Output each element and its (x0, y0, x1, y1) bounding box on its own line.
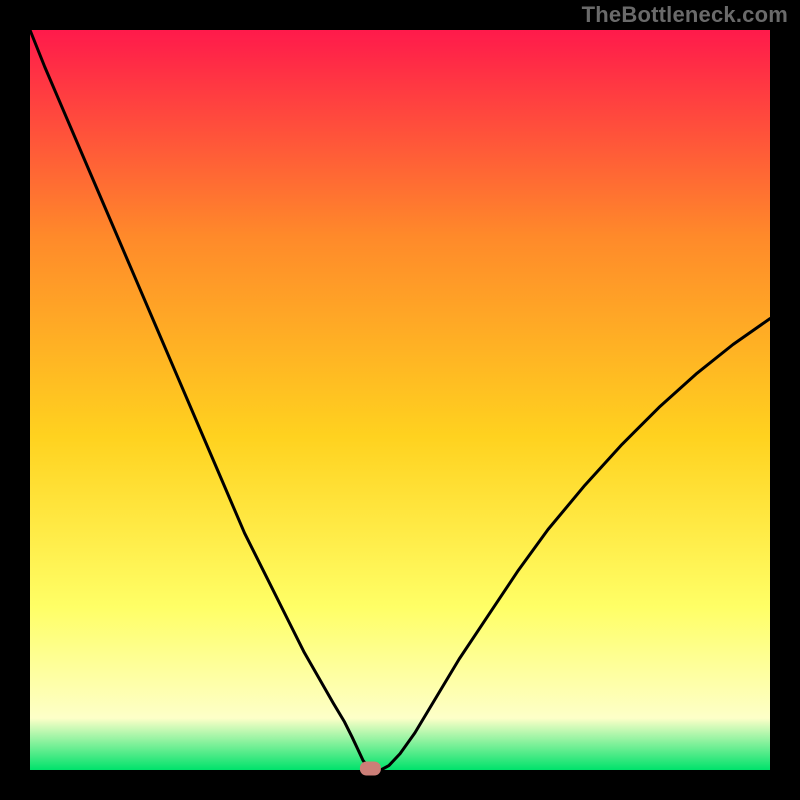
chart-svg (0, 0, 800, 800)
min-marker (360, 762, 380, 775)
plot-background (30, 30, 770, 770)
watermark-text: TheBottleneck.com (582, 2, 788, 28)
chart-container: TheBottleneck.com (0, 0, 800, 800)
